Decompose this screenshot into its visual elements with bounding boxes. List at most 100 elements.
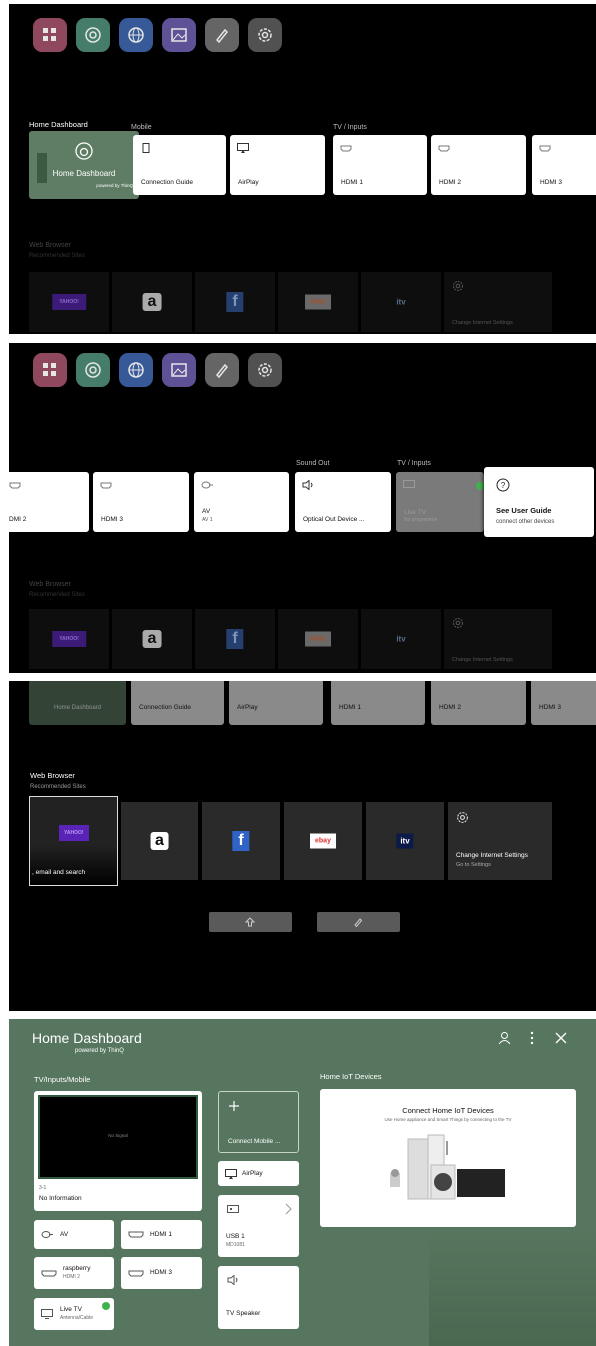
web-browser-icon[interactable] — [119, 353, 153, 387]
page-title: Home Dashboard — [32, 1030, 142, 1046]
gallery-icon[interactable] — [162, 18, 196, 52]
card-label: HDMI 2 — [439, 704, 462, 711]
airplay-card[interactable]: AirPlay — [229, 681, 323, 725]
settings-icon[interactable] — [248, 353, 282, 387]
amazon-tile[interactable]: a — [112, 609, 192, 669]
itv-tile[interactable]: itv — [361, 272, 441, 332]
hdmi-1-card[interactable]: HDMI 1 — [333, 135, 427, 195]
facebook-tile[interactable]: f — [202, 802, 280, 880]
optical-out-card[interactable]: Optical Out Device ... — [295, 472, 391, 532]
itv-tile[interactable]: itv — [361, 609, 441, 669]
itv-tile[interactable]: itv — [366, 802, 444, 880]
connect-iot-card[interactable]: Connect Home IoT Devices Use Home applia… — [320, 1089, 576, 1227]
section-home-dashboard: Home Dashboard — [29, 120, 88, 129]
user-icon[interactable] — [498, 1031, 511, 1045]
amazon-tile[interactable]: a — [112, 272, 192, 332]
tv-preview-card[interactable]: No Signal 3-1 No Information — [34, 1091, 202, 1211]
section-sound-out: Sound Out — [296, 460, 330, 467]
plant-illustration — [37, 153, 47, 183]
channel-number: 3-1 — [39, 1185, 47, 1191]
home-dashboard-icon[interactable] — [76, 18, 110, 52]
svg-text:?: ? — [501, 481, 506, 490]
apps-icon[interactable] — [33, 353, 67, 387]
tile-caption: , email and search — [32, 869, 86, 876]
ebay-logo: ebay — [305, 631, 331, 647]
card-sub: connect other devices — [496, 519, 555, 525]
tv-speaker-card[interactable]: TV Speaker — [218, 1266, 299, 1329]
hdmi-icon — [100, 482, 112, 489]
card-label: See User Guide — [496, 506, 552, 515]
itv-logo: itv — [396, 297, 406, 307]
home-dashboard-icon[interactable] — [76, 353, 110, 387]
connection-guide-card[interactable]: Connection Guide — [133, 135, 226, 195]
hdmi-2-card[interactable]: HDMI 2 — [431, 681, 526, 725]
facebook-tile[interactable]: f — [195, 272, 275, 332]
card-sub: AV 1 — [202, 517, 213, 523]
amazon-logo: a — [150, 832, 169, 850]
plus-icon — [229, 1101, 239, 1111]
airplay-icon — [237, 143, 249, 153]
av-card[interactable]: AV AV 1 — [194, 472, 289, 532]
edit-icon[interactable] — [205, 18, 239, 52]
home-dashboard-screen: Home Dashboard powered by ThinQ TV/Input… — [9, 1019, 596, 1346]
ebay-tile[interactable]: ebay — [278, 609, 358, 669]
input-av[interactable]: AV — [34, 1220, 114, 1249]
hdmi-3-card[interactable]: HDMI 3 — [93, 472, 189, 532]
airplay-card[interactable]: AirPlay — [218, 1161, 299, 1186]
appliances-illustration — [390, 1134, 505, 1200]
change-internet-settings-tile[interactable]: Change Internet Settings — [444, 272, 552, 332]
launcher-scrolled-screen: Sound Out TV / Inputs DMI 2 HDMI 3 AV AV… — [9, 343, 596, 673]
card-title: Home Dashboard — [52, 169, 116, 178]
hdmi-2-card[interactable]: DMI 2 — [9, 472, 89, 532]
close-icon[interactable] — [555, 1032, 567, 1044]
card-label: AirPlay — [238, 179, 259, 186]
web-browser-icon[interactable] — [119, 18, 153, 52]
input-label: Live TV — [60, 1306, 82, 1313]
move-up-button[interactable] — [209, 912, 292, 932]
yahoo-tile[interactable]: YAHOO! — [29, 609, 109, 669]
tile-label: Change Internet Settings — [452, 657, 513, 663]
change-internet-settings-tile[interactable]: Change Internet Settings — [444, 609, 552, 669]
launcher-top-screen: Home Dashboard Mobile TV / Inputs Home D… — [9, 4, 596, 334]
input-hdmi-1[interactable]: HDMI 1 — [121, 1220, 202, 1249]
home-dashboard-card[interactable]: Home Dashboard powered by ThinQ — [29, 131, 139, 199]
input-label: AV — [60, 1231, 69, 1238]
yahoo-logo: YAHOO! — [59, 825, 89, 841]
arrow-up-icon — [245, 917, 255, 927]
edit-icon[interactable] — [205, 353, 239, 387]
yahoo-tile[interactable]: YAHOO! , email and search — [29, 796, 118, 886]
card-label: TV Speaker — [226, 1310, 261, 1317]
ebay-tile[interactable]: ebay — [284, 802, 362, 880]
input-label: HDMI 3 — [150, 1269, 173, 1276]
hdmi-icon — [539, 145, 551, 152]
more-icon[interactable] — [529, 1031, 535, 1045]
home-dashboard-card[interactable]: Home Dashboard — [29, 681, 126, 725]
usb-card[interactable]: USB 1 MD1081 — [218, 1195, 299, 1257]
hdmi-1-card[interactable]: HDMI 1 — [331, 681, 425, 725]
connected-badge-icon — [476, 482, 484, 490]
connection-guide-card[interactable]: Connection Guide — [131, 681, 224, 725]
yahoo-tile[interactable]: YAHOO! — [29, 272, 109, 332]
gallery-icon[interactable] — [162, 353, 196, 387]
section-inputs: TV/Inputs/Mobile — [34, 1075, 91, 1084]
facebook-tile[interactable]: f — [195, 609, 275, 669]
input-live-tv[interactable]: Live TV Antenna/Cable — [34, 1298, 114, 1330]
connect-mobile-card[interactable]: Connect Mobile ... — [218, 1091, 299, 1153]
amazon-tile[interactable]: a — [121, 802, 198, 880]
settings-icon[interactable] — [248, 18, 282, 52]
airplay-card[interactable]: AirPlay — [230, 135, 325, 195]
card-label: DMI 2 — [9, 516, 27, 523]
edit-button[interactable] — [317, 912, 400, 932]
user-guide-card[interactable]: ? See User Guide connect other devices — [484, 467, 594, 537]
live-tv-card[interactable]: Live TV No programme — [396, 472, 484, 532]
powered-by: powered by ThinQ — [96, 183, 133, 188]
change-internet-settings-tile[interactable]: Change Internet Settings Go to Settings — [448, 802, 552, 880]
ebay-tile[interactable]: ebay — [278, 272, 358, 332]
input-raspberry[interactable]: raspberry HDMI 2 — [34, 1257, 114, 1289]
apps-icon[interactable] — [33, 18, 67, 52]
ebay-logo: ebay — [310, 833, 336, 849]
hdmi-2-card[interactable]: HDMI 2 — [431, 135, 526, 195]
hdmi-3-card[interactable]: HDMI 3 — [531, 681, 596, 725]
input-hdmi-3[interactable]: HDMI 3 — [121, 1257, 202, 1289]
hdmi-3-card[interactable]: HDMI 3 — [532, 135, 596, 195]
